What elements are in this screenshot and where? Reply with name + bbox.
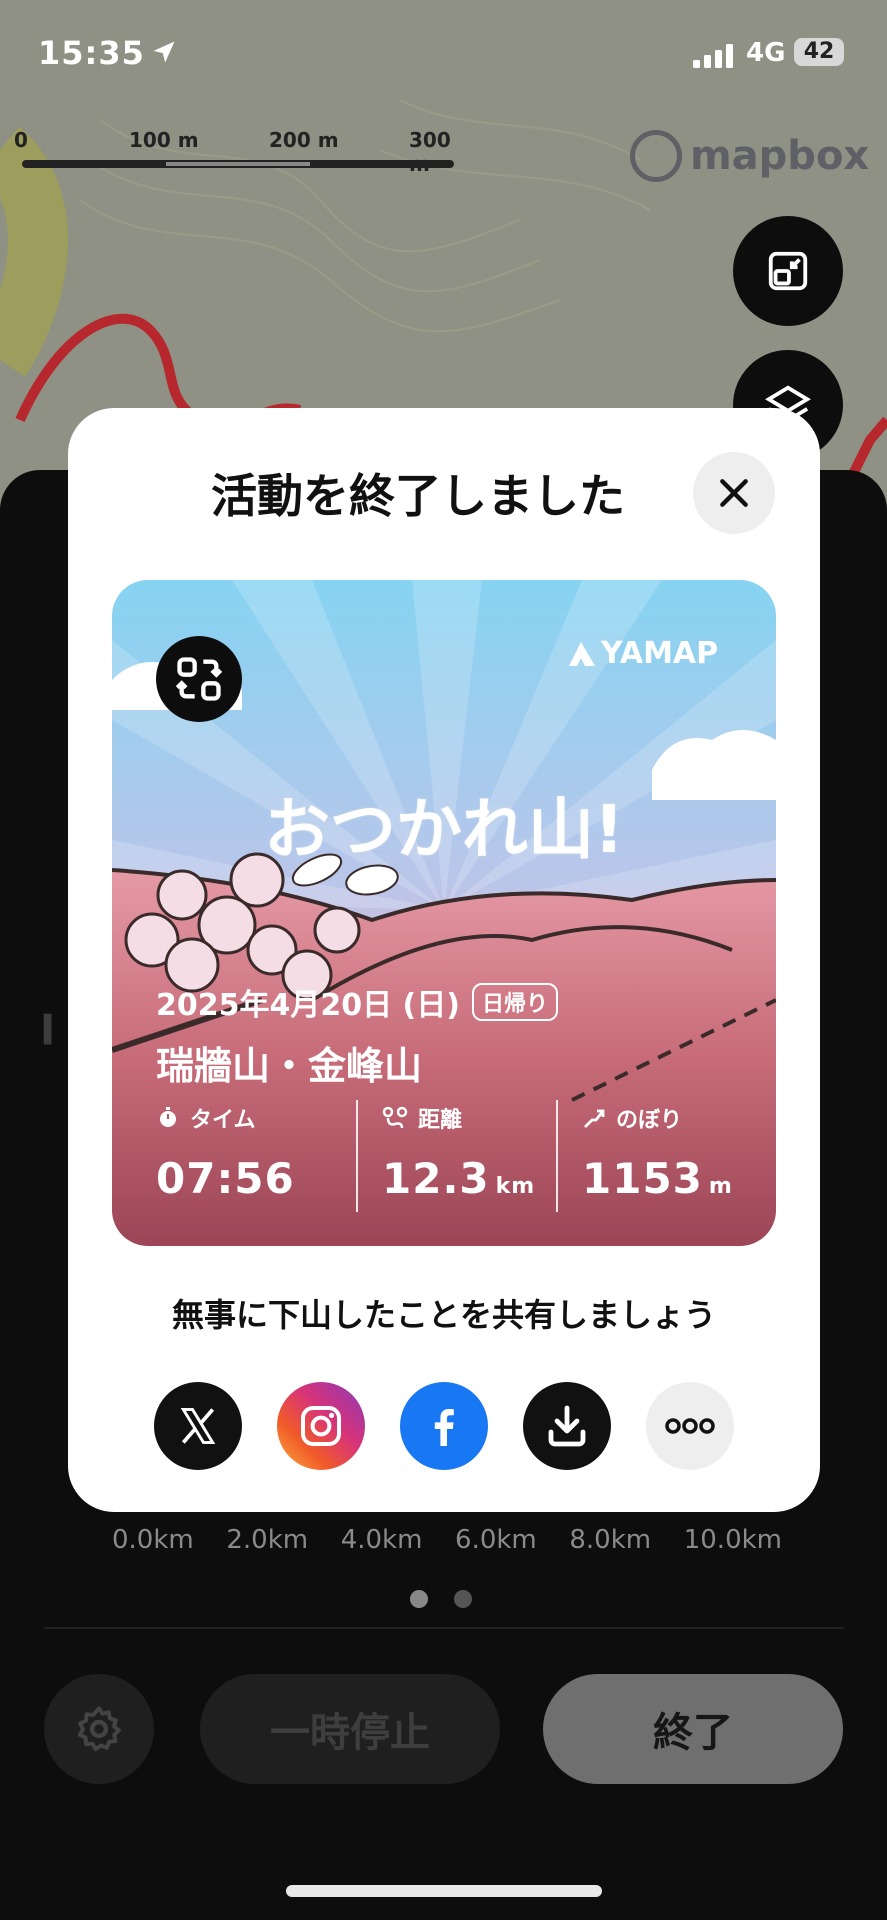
x-tick-5: 10.0km: [683, 1525, 782, 1555]
summary-card: YAMAP おつかれ山! 2025年4月20日 (日) 日帰り 瑞牆山・金峰山 …: [112, 580, 776, 1246]
stat-time-value: 07:56: [156, 1154, 295, 1203]
x-tick-4: 8.0km: [569, 1525, 652, 1555]
mapbox-wordmark: mapbox: [690, 133, 870, 179]
elevation-x-axis: 0.0km 2.0km 4.0km 6.0km 8.0km 10.0km: [112, 1525, 782, 1555]
trip-type-badge: 日帰り: [471, 983, 558, 1021]
more-button[interactable]: [646, 1382, 734, 1470]
mountain-name: 瑞牆山・金峰山: [156, 1044, 423, 1088]
fit-bounds-icon: [768, 251, 808, 291]
scale-label-100: 100 m: [129, 128, 199, 152]
download-icon: [548, 1405, 586, 1447]
close-button[interactable]: [693, 452, 775, 534]
x-tick-1: 2.0km: [226, 1525, 309, 1555]
stat-distance-unit: km: [495, 1174, 536, 1199]
stat-ascent-value: 1153: [582, 1154, 703, 1203]
x-icon: [180, 1408, 216, 1444]
home-indicator[interactable]: [286, 1885, 602, 1897]
mapbox-logo-icon: [630, 130, 682, 182]
page-dot: [454, 1590, 472, 1608]
scale-label-200: 200 m: [269, 128, 339, 152]
stat-distance: 距離 12.3 km: [356, 1100, 556, 1212]
network-type: 4G: [746, 38, 786, 68]
status-time: 15:35: [38, 34, 145, 72]
share-prompt: 無事に下山したことを共有しましょう: [171, 1296, 716, 1334]
route-icon: [382, 1106, 408, 1129]
stat-distance-value: 12.3: [382, 1154, 490, 1203]
divider: [44, 1627, 844, 1629]
scale-bar-line: [22, 160, 454, 168]
page-dot-active: [410, 1590, 428, 1608]
sheet-side-glyph: ▍: [44, 1015, 64, 1045]
stat-time-label: タイム: [190, 1108, 256, 1133]
stat-ascent-label: のぼり: [616, 1108, 683, 1133]
yamap-mountain-icon: [569, 641, 595, 666]
more-icon: [665, 1418, 715, 1434]
share-instagram-button[interactable]: [277, 1382, 365, 1470]
x-tick-0: 0.0km: [112, 1525, 194, 1555]
status-bar: 15:35 4G 42: [0, 0, 887, 110]
mapbox-attribution: mapbox: [630, 130, 869, 182]
battery-level: 42: [794, 38, 844, 66]
signal-icon: [693, 44, 733, 68]
share-x-button[interactable]: [154, 1382, 242, 1470]
map-scale-bar: 0 100 m 200 m 300 m: [14, 128, 454, 178]
activity-finished-modal: 活動を終了しました YAMAP おつかれ山! 2025年4月20日 (日) 日帰…: [68, 408, 820, 1512]
page-indicator: [410, 1590, 472, 1608]
swap-layout-icon: [175, 657, 223, 701]
scale-label-300: 300 m: [409, 128, 451, 176]
yamap-logo: YAMAP: [567, 636, 718, 671]
stat-ascent-unit: m: [708, 1174, 733, 1199]
settings-button[interactable]: [44, 1674, 154, 1784]
end-button[interactable]: 終了: [543, 1674, 843, 1784]
activity-stats: タイム 07:56 距離 12.3 km のぼり 1153 m: [156, 1100, 756, 1212]
card-headline: おつかれ山!: [263, 791, 625, 868]
pause-button[interactable]: 一時停止: [200, 1674, 500, 1784]
share-facebook-button[interactable]: [400, 1382, 488, 1470]
download-button[interactable]: [523, 1382, 611, 1470]
card-swap-icon[interactable]: [156, 636, 242, 722]
stat-ascent: のぼり 1153 m: [556, 1100, 756, 1212]
map-fit-button[interactable]: [733, 216, 843, 326]
yamap-wordmark: YAMAP: [601, 636, 719, 671]
facebook-icon: [434, 1409, 454, 1446]
stat-time: タイム 07:56: [156, 1100, 356, 1212]
instagram-icon: [301, 1406, 341, 1446]
activity-date: 2025年4月20日 (日): [156, 988, 460, 1023]
stopwatch-icon: [160, 1107, 176, 1127]
activity-date-row: 2025年4月20日 (日) 日帰り: [156, 980, 558, 1024]
stat-distance-label: 距離: [418, 1108, 463, 1133]
scale-label-0: 0: [14, 128, 28, 152]
gear-icon: [77, 1706, 121, 1752]
share-buttons: [154, 1382, 734, 1470]
location-arrow-icon: [153, 41, 175, 63]
x-tick-3: 6.0km: [455, 1525, 537, 1555]
close-icon: [720, 479, 748, 507]
ascent-icon: [584, 1109, 605, 1128]
x-tick-2: 4.0km: [340, 1525, 423, 1555]
